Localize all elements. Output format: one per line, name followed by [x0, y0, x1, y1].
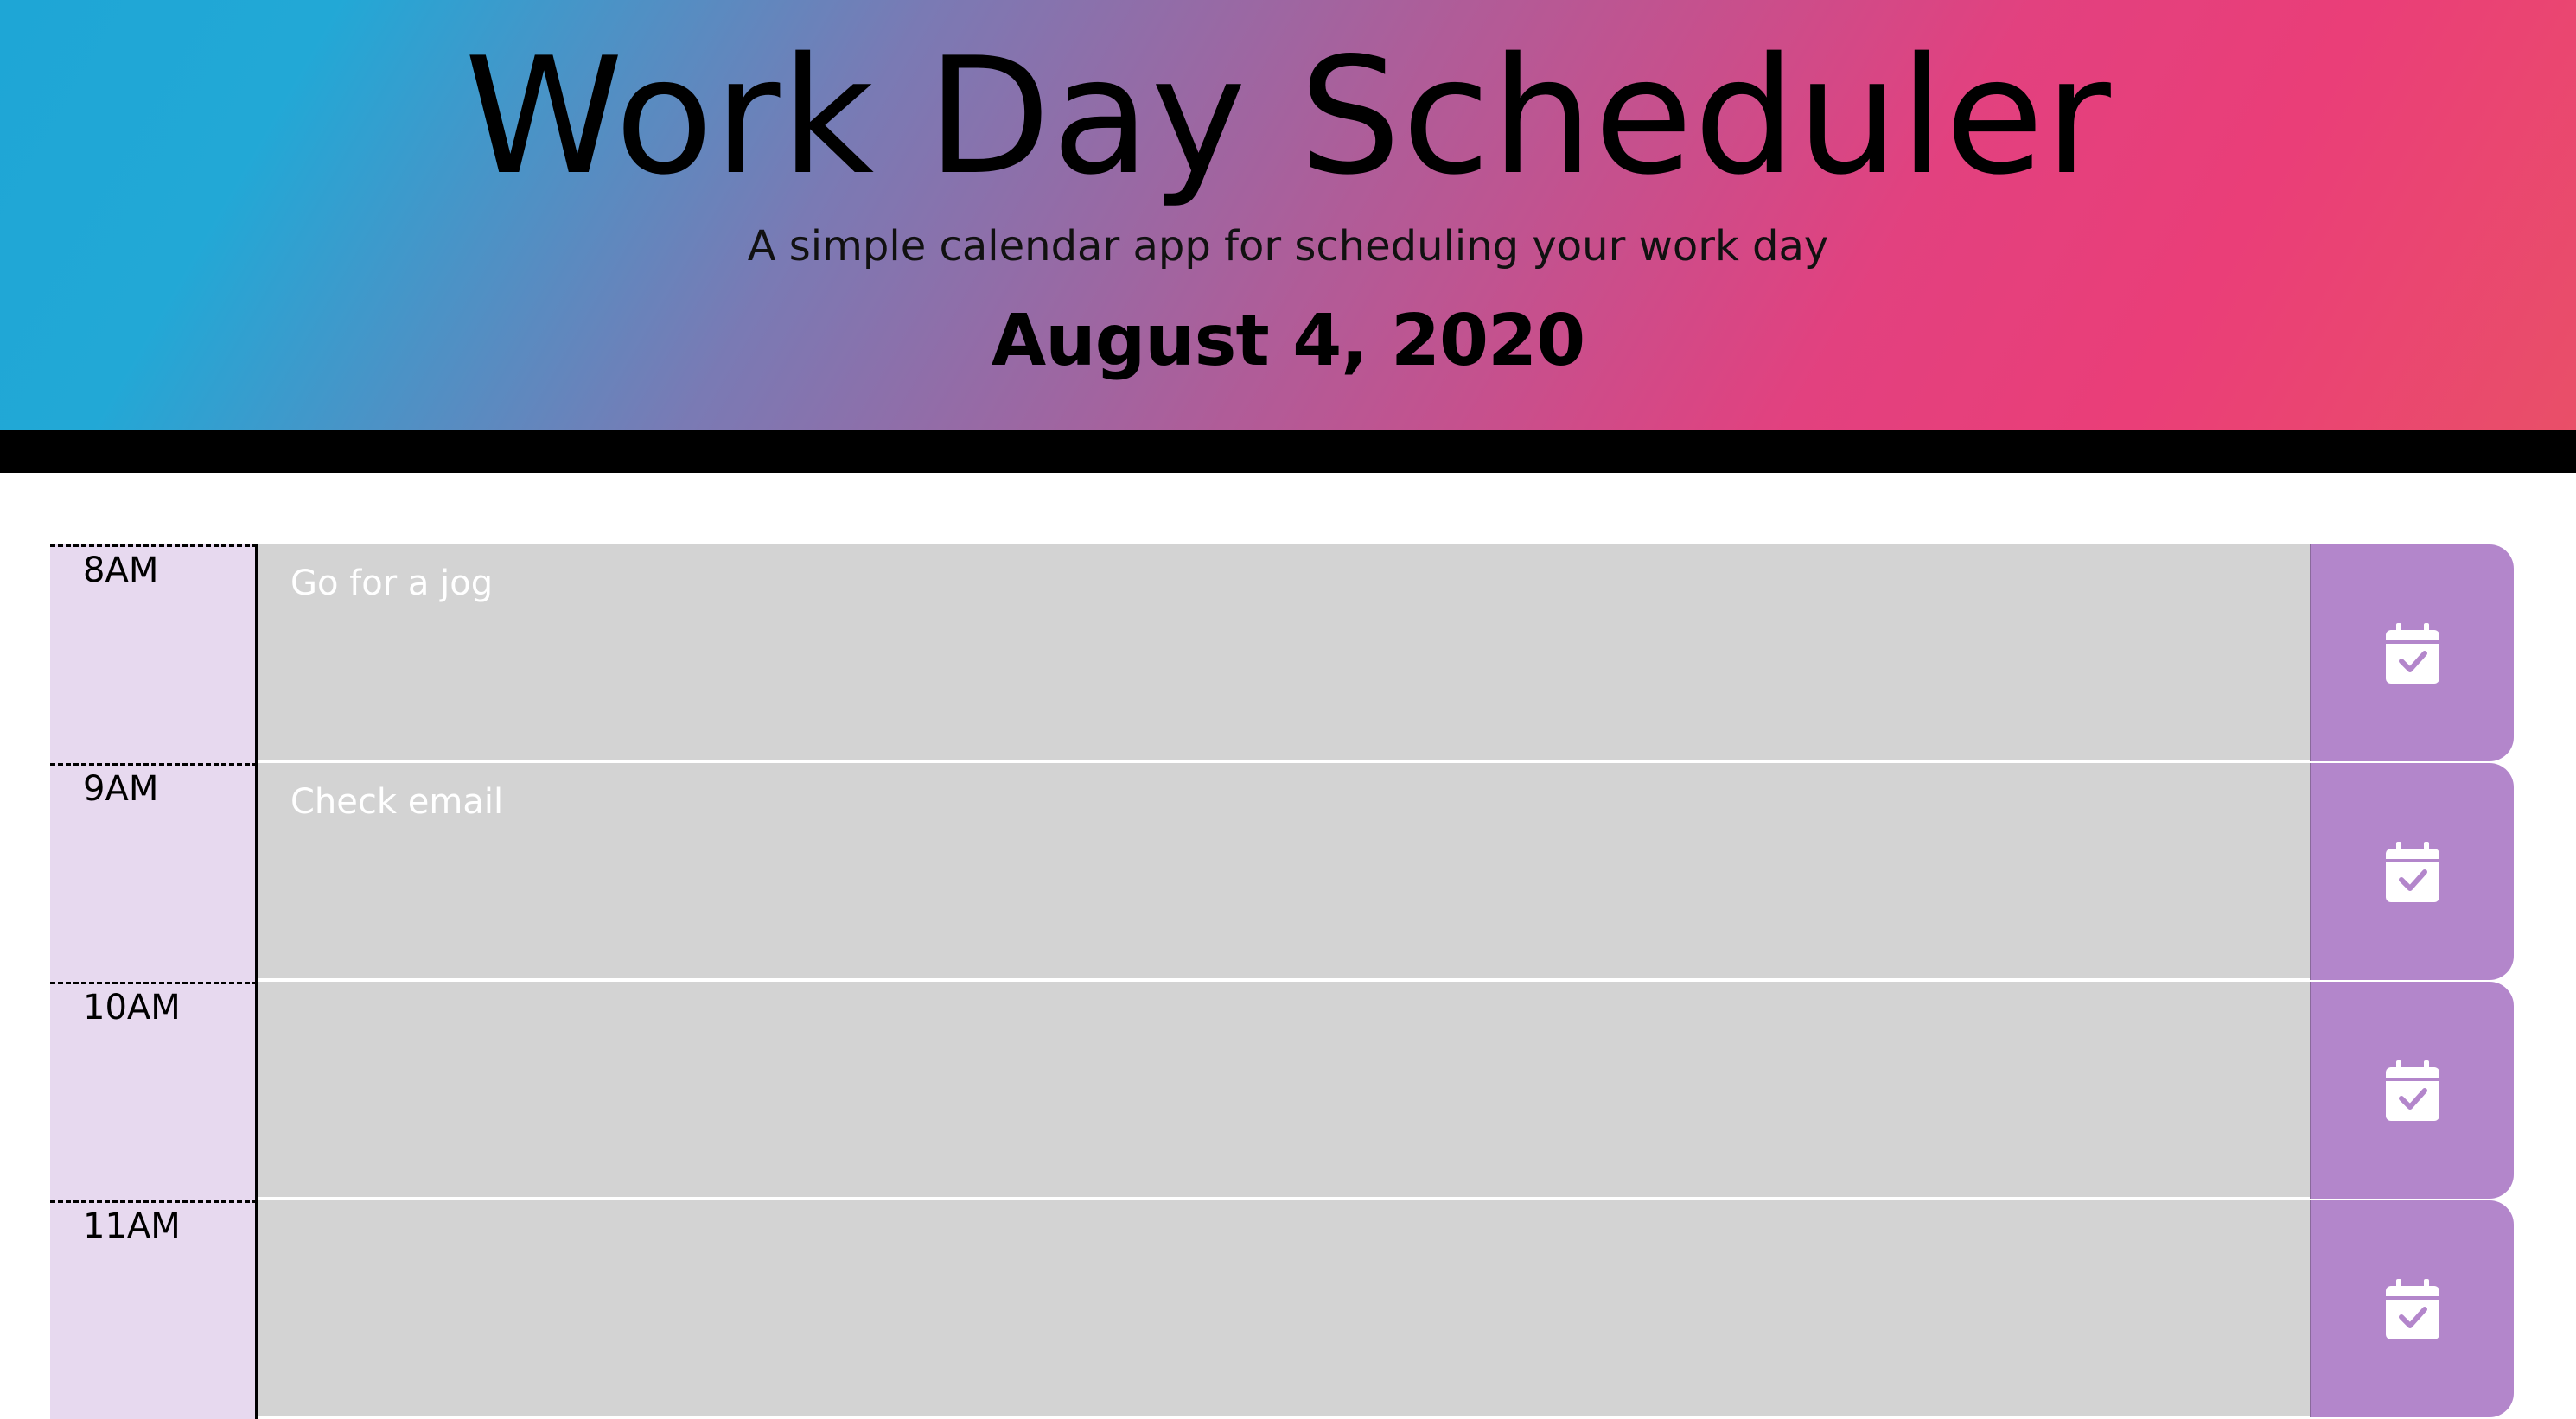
page-title: Work Day Scheduler — [464, 22, 2112, 210]
save-button[interactable] — [2310, 1200, 2514, 1417]
time-block-11am: 11AM — [50, 1200, 2514, 1419]
hour-label: 11AM — [50, 1200, 258, 1419]
page-subtitle: A simple calendar app for scheduling you… — [747, 222, 1829, 270]
calendar-check-icon — [2386, 841, 2439, 902]
calendar-check-icon — [2386, 1059, 2439, 1121]
calendar-check-icon — [2386, 622, 2439, 684]
hour-label: 8AM — [50, 544, 258, 763]
hour-label: 10AM — [50, 982, 258, 1200]
hour-label: 9AM — [50, 763, 258, 982]
description-input[interactable] — [258, 1200, 2310, 1417]
header-divider — [0, 430, 2576, 473]
save-button[interactable] — [2310, 544, 2514, 761]
time-block-list: 8AM 9AM 10AM — [50, 544, 2514, 1419]
time-block-10am: 10AM — [50, 982, 2514, 1200]
description-input[interactable] — [258, 982, 2310, 1199]
header-jumbotron: Work Day Scheduler A simple calendar app… — [0, 0, 2576, 430]
calendar-check-icon — [2386, 1278, 2439, 1339]
time-block-9am: 9AM — [50, 763, 2514, 982]
time-block-8am: 8AM — [50, 544, 2514, 763]
current-date: August 4, 2020 — [991, 300, 1585, 382]
description-input[interactable] — [258, 763, 2310, 980]
description-input[interactable] — [258, 544, 2310, 761]
save-button[interactable] — [2310, 763, 2514, 980]
save-button[interactable] — [2310, 982, 2514, 1199]
